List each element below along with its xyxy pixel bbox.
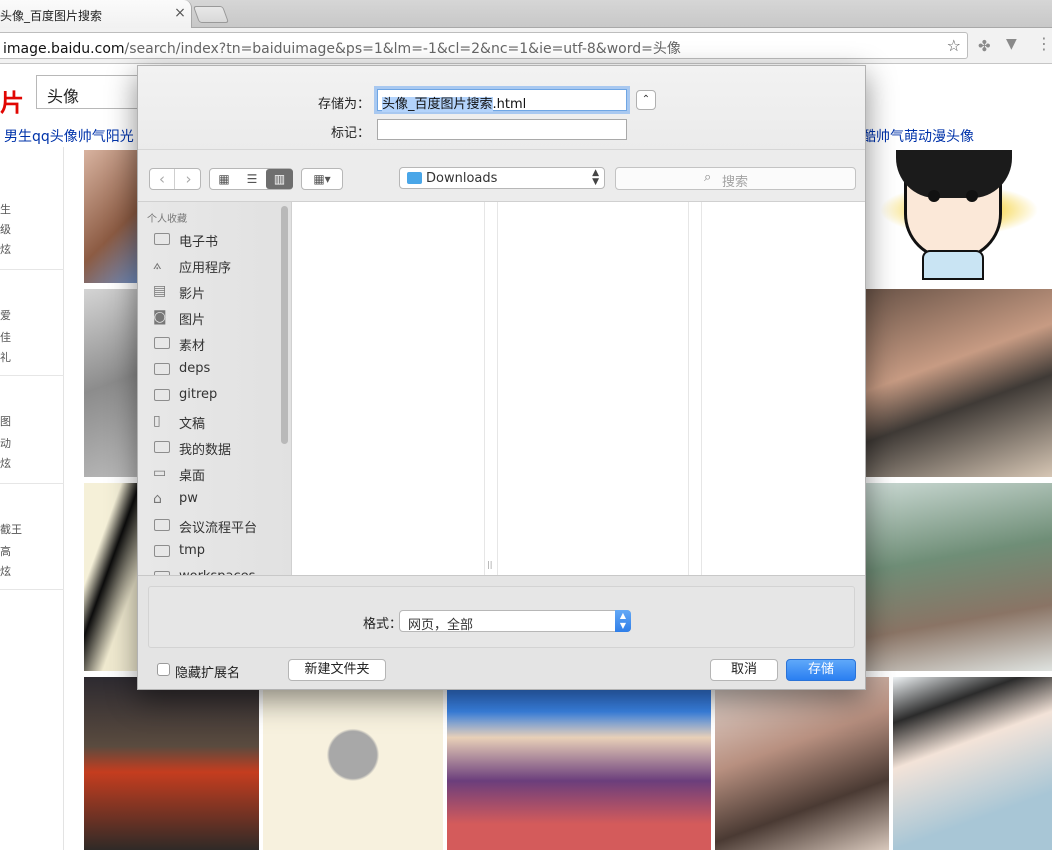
image-thumbnail[interactable] [893,677,1052,850]
sidebar-item-pw[interactable]: ⌂ pw [153,489,283,511]
sidebar-item-mydata[interactable]: 我的数据 [153,437,283,459]
filename-input[interactable]: 头像_百度图片搜索.html [377,89,627,112]
sidebar-item-documents[interactable]: ▯ 文稿 [153,411,283,433]
image-thumbnail[interactable] [715,677,889,850]
image-thumbnail[interactable] [84,483,140,671]
image-thumbnail[interactable] [447,677,711,850]
image-thumbnail[interactable] [866,150,1052,283]
new-folder-button[interactable]: 新建文件夹 [288,659,386,681]
save-dialog: 存储为： 头像_百度图片搜索.html ⌃ 标记： ‹ › ▦ ☰ ▥ ▦▾ D… [137,65,866,690]
sidebar-item-movies[interactable]: ▤ 影片 [153,281,283,303]
image-thumbnail[interactable] [84,150,140,283]
sidebar-item-ebooks[interactable]: 电子书 [153,229,283,251]
new-tab-button[interactable] [192,6,230,23]
sidebar-scrollbar[interactable] [281,206,288,444]
folder-icon [154,337,170,349]
popup-arrows-icon: ▲ ▼ [592,168,599,187]
file-column[interactable] [701,202,865,575]
filename-extension: .html [492,97,527,112]
save-name-area: 存储为： 头像_百度图片搜索.html ⌃ 标记： [138,66,865,150]
sidebar-item-meeting-platform[interactable]: 会议流程平台 [153,515,283,537]
tab-strip: 头像_百度图片搜索 × [0,0,1052,28]
film-icon: ▤ [153,283,167,299]
sidebar-item-materials[interactable]: 素材 [153,333,283,355]
hide-extension-checkbox[interactable] [157,663,170,676]
file-column[interactable] [497,202,689,575]
address-bar[interactable]: image.baidu.com/search/index?tn=baiduima… [0,32,968,59]
file-browser: 个人收藏 电子书 ⟑ 应用程序 ▤ 影片 ◙ 图片 素材 deps gitrep ▯ 文… [138,201,865,576]
icon-view-icon[interactable]: ▦ [210,169,238,189]
image-thumbnail[interactable] [84,289,140,477]
tab-baidu[interactable]: 头像_百度图片搜索 × [0,0,192,28]
view-mode-control: ▦ ☰ ▥ [209,168,293,190]
save-button[interactable]: 存储 [786,659,856,681]
image-thumbnail[interactable] [84,677,259,850]
location-popup[interactable]: Downloads ▲ ▼ [399,167,605,189]
dialog-footer: 格式： 网页，全部 ▲ ▼ 隐藏扩展名 新建文件夹 取消 存储 [138,576,865,689]
baidu-logo[interactable]: 片 [0,83,24,118]
sidebar-item-deps[interactable]: deps [153,359,283,381]
column-view-icon[interactable]: ▥ [266,169,293,189]
folder-icon [154,571,170,575]
page-search-input[interactable]: 头像 [36,75,146,109]
tab-close-icon[interactable]: × [172,5,188,21]
save-as-label: 存储为： [318,97,371,112]
page-filter-sidebar: 生 级 炫 爱 佳 礼 图 动 炫 截王 高 炫 [0,147,64,850]
arrange-menu-button[interactable]: ▦▾ [301,168,343,190]
document-icon: ▯ [153,413,161,429]
camera-icon: ◙ [153,309,167,325]
extension-puzzle-icon[interactable]: ✤ [978,37,991,55]
favorites-sidebar: 个人收藏 电子书 ⟑ 应用程序 ▤ 影片 ◙ 图片 素材 deps gitrep ▯ 文… [138,202,292,575]
select-arrows-icon: ▲ ▼ [615,610,631,632]
back-button[interactable]: ‹ [150,169,175,189]
search-icon: ⌕ [704,170,712,185]
menu-icon[interactable]: ⋮ [1036,34,1052,53]
image-thumbnail[interactable] [866,483,1052,671]
dialog-search-input[interactable]: ⌕ 搜索 [615,167,856,190]
downloads-folder-icon [407,172,422,184]
format-label: 格式： [363,617,403,632]
bookmark-star-icon[interactable]: ☆ [947,36,961,55]
sidebar-item-workspaces[interactable]: workspaces [153,567,283,575]
related-search-link[interactable]: 酷帅气萌动漫头像 [862,126,974,146]
related-search-link[interactable]: 男生qq头像帅气阳光 [4,126,134,146]
filename-selection: 头像_百度图片搜索 [382,97,493,112]
arrange-icon: ▦▾ [313,172,331,186]
favorites-header: 个人收藏 [147,214,187,225]
sidebar-item-desktop[interactable]: ▭ 桌面 [153,463,283,485]
folder-icon [154,441,170,453]
sidebar-item-applications[interactable]: ⟑ 应用程序 [153,255,283,277]
tab-title: 头像_百度图片搜索 [0,9,103,23]
cancel-button[interactable]: 取消 [710,659,778,681]
column-resize-handle[interactable]: || [487,560,492,569]
folder-icon [154,519,170,531]
folder-icon [154,363,170,375]
forward-button[interactable]: › [176,169,201,189]
desktop-icon: ▭ [153,465,167,481]
home-icon: ⌂ [153,491,162,507]
url-text: image.baidu.com/search/index?tn=baiduima… [3,41,681,57]
sidebar-item-pictures[interactable]: ◙ 图片 [153,307,283,329]
hide-extension-label[interactable]: 隐藏扩展名 [175,662,240,681]
expand-dialog-button[interactable]: ⌃ [636,90,656,110]
extension-v-icon[interactable]: ▼ [1006,36,1017,52]
list-view-icon[interactable]: ☰ [238,169,266,189]
browser-toolbar: image.baidu.com/search/index?tn=baiduima… [0,28,1052,64]
file-column[interactable] [293,202,485,575]
tags-label: 标记： [331,126,371,141]
format-select[interactable]: 网页，全部 ▲ ▼ [399,610,631,633]
navigation-toolbar: ‹ › ▦ ☰ ▥ ▦▾ Downloads ▲ ▼ ⌕ 搜索 [138,150,865,201]
folder-icon [154,233,170,245]
back-forward-control: ‹ › [149,168,201,190]
folder-icon [154,389,170,401]
folder-icon [154,545,170,557]
image-thumbnail[interactable] [263,677,443,850]
tags-input[interactable] [377,119,627,140]
sidebar-item-tmp[interactable]: tmp [153,541,283,563]
applications-icon: ⟑ [153,257,162,273]
sidebar-item-gitrep[interactable]: gitrep [153,385,283,407]
image-thumbnail[interactable] [866,289,1052,477]
